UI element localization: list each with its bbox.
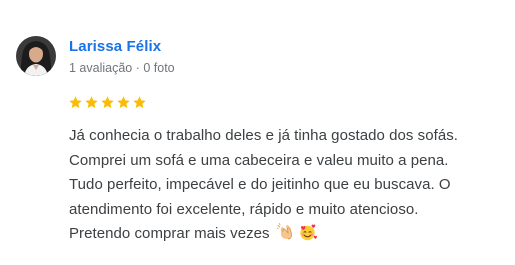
- star-icon: [117, 96, 130, 109]
- clapping-hands-emoji: [276, 223, 295, 241]
- review-line: Já conhecia o trabalho deles e já tinha …: [69, 127, 458, 144]
- review-line: Comprei um sofá e uma cabeceira e valeu …: [69, 151, 449, 169]
- review-line: atendimento foi excelente, rápido e muit…: [69, 200, 419, 218]
- reviewer-meta: 1 avaliação · 0 foto: [69, 61, 175, 75]
- reviewer-avatar[interactable]: [16, 36, 56, 76]
- star-icon: [133, 96, 146, 109]
- profile-photo-icon: [16, 36, 56, 76]
- star-icon: [101, 96, 114, 109]
- review-line: Tudo perfeito, impecável e do jeitinho q…: [69, 176, 451, 193]
- smiling-face-with-hearts-emoji: [298, 223, 317, 241]
- review-line: Pretendo comprar mais vezes: [69, 225, 270, 242]
- review-line-last: Pretendo comprar mais vezes: [69, 222, 509, 247]
- star-rating: [68, 95, 147, 111]
- star-icon: [85, 96, 98, 109]
- reviewer-name[interactable]: Larissa Félix: [69, 38, 161, 55]
- review-text: Já conhecia o trabalho deles e já tinha …: [69, 124, 509, 247]
- star-icon: [69, 96, 82, 109]
